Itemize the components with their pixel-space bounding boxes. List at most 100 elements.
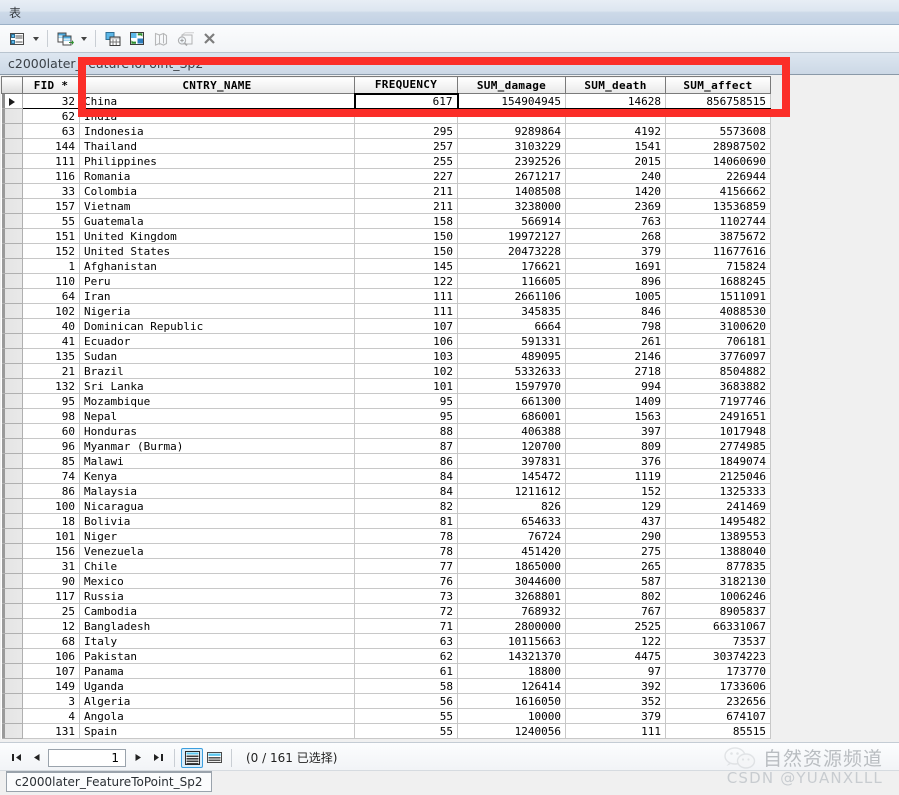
- cell-fid[interactable]: 96: [22, 438, 80, 454]
- table-row[interactable]: 107 Panama 61 18800 97 173770: [1, 663, 771, 679]
- cell-cntry-name[interactable]: Sri Lanka: [79, 378, 355, 394]
- cell-sum-affect[interactable]: 14060690: [665, 153, 771, 169]
- cell-sum-affect[interactable]: 232656: [665, 693, 771, 709]
- table-row[interactable]: 85 Malawi 86 397831 376 1849074: [1, 453, 771, 469]
- cell-sum-damage[interactable]: 397831: [457, 453, 566, 469]
- cell-sum-death[interactable]: 2015: [565, 153, 666, 169]
- table-row[interactable]: 32 China 617 154904945 14628 856758515: [1, 92, 771, 110]
- cell-cntry-name[interactable]: Italy: [79, 633, 355, 649]
- cell-sum-damage[interactable]: 3044600: [457, 573, 566, 589]
- cell-frequency[interactable]: 87: [354, 438, 458, 454]
- row-selector[interactable]: [1, 453, 23, 469]
- column-header-frequency[interactable]: FREQUENCY: [354, 76, 458, 94]
- table-options-icon[interactable]: [6, 28, 28, 50]
- switch-selection-icon[interactable]: [126, 28, 148, 50]
- cell-frequency[interactable]: 76: [354, 573, 458, 589]
- table-row[interactable]: 131 Spain 55 1240056 111 85515: [1, 723, 771, 739]
- cell-sum-affect[interactable]: 3875672: [665, 228, 771, 244]
- table-row[interactable]: 21 Brazil 102 5332633 2718 8504882: [1, 363, 771, 379]
- cell-frequency[interactable]: 295: [354, 123, 458, 139]
- cell-frequency[interactable]: 55: [354, 708, 458, 724]
- cell-sum-death[interactable]: 1691: [565, 258, 666, 274]
- cell-sum-death[interactable]: 994: [565, 378, 666, 394]
- row-selector[interactable]: [1, 408, 23, 424]
- table-row[interactable]: 111 Philippines 255 2392526 2015 14060690: [1, 153, 771, 169]
- cell-frequency[interactable]: 78: [354, 528, 458, 544]
- cell-sum-affect[interactable]: 715824: [665, 258, 771, 274]
- cell-cntry-name[interactable]: Cambodia: [79, 603, 355, 619]
- cell-cntry-name[interactable]: Angola: [79, 708, 355, 724]
- cell-cntry-name[interactable]: Nigeria: [79, 303, 355, 319]
- cell-sum-death[interactable]: 97: [565, 663, 666, 679]
- table-row[interactable]: 117 Russia 73 3268801 802 1006246: [1, 588, 771, 604]
- cell-sum-affect[interactable]: 1495482: [665, 513, 771, 529]
- row-selector[interactable]: [1, 618, 23, 634]
- cell-frequency[interactable]: 617: [353, 92, 459, 110]
- table-row[interactable]: 86 Malaysia 84 1211612 152 1325333: [1, 483, 771, 499]
- table-row[interactable]: 33 Colombia 211 1408508 1420 4156662: [1, 183, 771, 199]
- cell-frequency[interactable]: 106: [354, 333, 458, 349]
- cell-sum-damage[interactable]: 10000: [457, 708, 566, 724]
- table-row[interactable]: 135 Sudan 103 489095 2146 3776097: [1, 348, 771, 364]
- cell-frequency[interactable]: [354, 108, 458, 124]
- table-row[interactable]: 132 Sri Lanka 101 1597970 994 3683882: [1, 378, 771, 394]
- row-selector[interactable]: [1, 138, 23, 154]
- table-row[interactable]: 60 Honduras 88 406388 397 1017948: [1, 423, 771, 439]
- cell-cntry-name[interactable]: Ecuador: [79, 333, 355, 349]
- cell-sum-death[interactable]: 152: [565, 483, 666, 499]
- cell-sum-death[interactable]: 2525: [565, 618, 666, 634]
- cell-sum-affect[interactable]: 1325333: [665, 483, 771, 499]
- row-selector[interactable]: [1, 243, 23, 259]
- cell-sum-damage[interactable]: 1616050: [457, 693, 566, 709]
- cell-sum-affect[interactable]: 1688245: [665, 273, 771, 289]
- cell-cntry-name[interactable]: Nicaragua: [79, 498, 355, 514]
- cell-frequency[interactable]: 255: [354, 153, 458, 169]
- cell-sum-affect[interactable]: 1102744: [665, 213, 771, 229]
- row-selector[interactable]: [1, 228, 23, 244]
- cell-sum-affect[interactable]: 3776097: [665, 348, 771, 364]
- cell-fid[interactable]: 132: [22, 378, 80, 394]
- cell-sum-death[interactable]: 290: [565, 528, 666, 544]
- cell-frequency[interactable]: 72: [354, 603, 458, 619]
- table-row[interactable]: 102 Nigeria 111 345835 846 4088530: [1, 303, 771, 319]
- cell-fid[interactable]: 86: [22, 483, 80, 499]
- cell-cntry-name[interactable]: Spain: [79, 723, 355, 739]
- cell-fid[interactable]: 111: [22, 153, 80, 169]
- cell-fid[interactable]: 32: [22, 93, 80, 109]
- cell-sum-affect[interactable]: 8504882: [665, 363, 771, 379]
- cell-sum-affect[interactable]: 1849074: [665, 453, 771, 469]
- cell-fid[interactable]: 152: [22, 243, 80, 259]
- row-selector[interactable]: [1, 213, 23, 229]
- cell-fid[interactable]: 135: [22, 348, 80, 364]
- cell-cntry-name[interactable]: Russia: [79, 588, 355, 604]
- cell-frequency[interactable]: 56: [354, 693, 458, 709]
- table-row[interactable]: 3 Algeria 56 1616050 352 232656: [1, 693, 771, 709]
- show-selected-records-button[interactable]: [203, 748, 225, 768]
- cell-cntry-name[interactable]: Honduras: [79, 423, 355, 439]
- cell-sum-death[interactable]: 261: [565, 333, 666, 349]
- cell-cntry-name[interactable]: Myanmar (Burma): [79, 438, 355, 454]
- cell-fid[interactable]: 102: [22, 303, 80, 319]
- cell-frequency[interactable]: 211: [354, 198, 458, 214]
- column-header-cntry-name[interactable]: CNTRY_NAME: [79, 76, 355, 94]
- cell-sum-affect[interactable]: 241469: [665, 498, 771, 514]
- table-row[interactable]: 156 Venezuela 78 451420 275 1388040: [1, 543, 771, 559]
- cell-fid[interactable]: 62: [22, 108, 80, 124]
- select-all-corner-header[interactable]: [1, 76, 23, 94]
- row-selector[interactable]: [1, 513, 23, 529]
- bottom-tab-layer[interactable]: c2000later_FeatureToPoint_Sp2: [6, 771, 212, 792]
- cell-fid[interactable]: 95: [22, 393, 80, 409]
- cell-sum-death[interactable]: 1420: [565, 183, 666, 199]
- cell-sum-damage[interactable]: 566914: [457, 213, 566, 229]
- layer-tab-strip[interactable]: c2000later_FeatureToPoint_Sp2: [0, 53, 899, 75]
- cell-sum-death[interactable]: 14628: [565, 93, 666, 109]
- cell-fid[interactable]: 18: [22, 513, 80, 529]
- cell-fid[interactable]: 25: [22, 603, 80, 619]
- cell-sum-affect[interactable]: 66331067: [665, 618, 771, 634]
- cell-fid[interactable]: 40: [22, 318, 80, 334]
- cell-sum-death[interactable]: 1563: [565, 408, 666, 424]
- cell-sum-death[interactable]: 240: [565, 168, 666, 184]
- column-header-sum-death[interactable]: SUM_death: [565, 76, 666, 94]
- cell-frequency[interactable]: 95: [354, 393, 458, 409]
- table-row[interactable]: 116 Romania 227 2671217 240 226944: [1, 168, 771, 184]
